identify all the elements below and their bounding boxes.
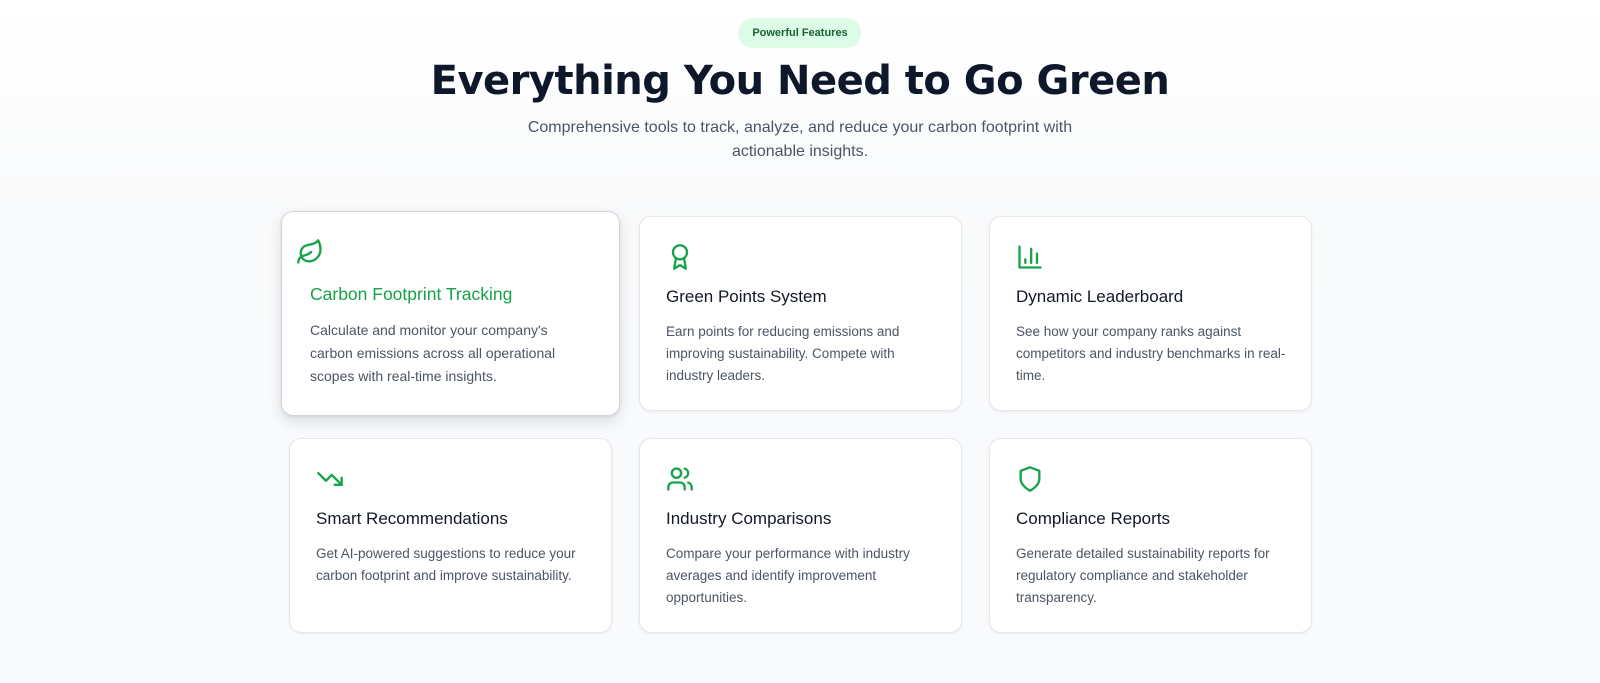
feature-title: Smart Recommendations bbox=[316, 509, 508, 528]
feature-description: Get AI-powered suggestions to reduce you… bbox=[316, 546, 576, 583]
feature-card-smart-recommendations[interactable]: Smart Recommendations Get AI-powered sug… bbox=[289, 438, 612, 633]
features-section: Powerful Features Everything You Need to… bbox=[0, 0, 1600, 683]
section-title: Everything You Need to Go Green bbox=[430, 58, 1170, 104]
section-badge: Powerful Features bbox=[738, 18, 862, 48]
bar-chart-icon bbox=[1016, 243, 1044, 271]
feature-description: See how your company ranks against compe… bbox=[1016, 324, 1286, 383]
feature-title: Industry Comparisons bbox=[666, 509, 832, 528]
feature-card-industry-comparisons[interactable]: Industry Comparisons Compare your perfor… bbox=[639, 438, 962, 633]
award-icon bbox=[666, 243, 694, 271]
feature-card-compliance-reports[interactable]: Compliance Reports Generate detailed sus… bbox=[989, 438, 1312, 633]
feature-description: Compare your performance with industry a… bbox=[666, 546, 910, 605]
leaf-icon bbox=[296, 238, 324, 266]
feature-title: Green Points System bbox=[666, 287, 827, 306]
feature-description: Earn points for reducing emissions and i… bbox=[666, 324, 900, 383]
feature-title: Dynamic Leaderboard bbox=[1016, 287, 1184, 306]
feature-card-dynamic-leaderboard[interactable]: Dynamic Leaderboard See how your company… bbox=[989, 216, 1312, 411]
shield-icon bbox=[1016, 465, 1044, 493]
feature-description: Calculate and monitor your company's car… bbox=[310, 322, 556, 384]
feature-description: Generate detailed sustainability reports… bbox=[1016, 546, 1270, 605]
feature-card-carbon-footprint-tracking[interactable]: Carbon Footprint Tracking Calculate and … bbox=[281, 211, 620, 416]
trending-down-icon bbox=[316, 465, 344, 493]
feature-title: Carbon Footprint Tracking bbox=[310, 284, 513, 304]
users-icon bbox=[666, 465, 694, 493]
feature-title: Compliance Reports bbox=[1016, 509, 1171, 528]
section-subtitle: Comprehensive tools to track, analyze, a… bbox=[527, 119, 1073, 160]
feature-card-green-points-system[interactable]: Green Points System Earn points for redu… bbox=[639, 216, 962, 411]
